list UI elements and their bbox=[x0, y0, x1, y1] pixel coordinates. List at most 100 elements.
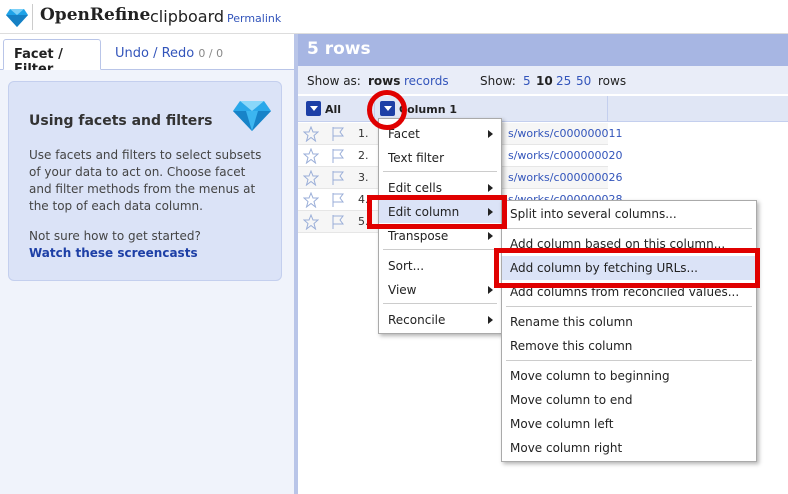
chevron-right-icon bbox=[488, 232, 493, 240]
row-number: 1. bbox=[358, 127, 369, 140]
menu-item-label: Sort... bbox=[388, 259, 425, 273]
column-1-header: Column 1 bbox=[399, 103, 458, 116]
menu-separator bbox=[506, 228, 752, 229]
flag-icon[interactable] bbox=[331, 170, 345, 186]
row-count: 5 rows bbox=[307, 39, 371, 59]
flag-icon[interactable] bbox=[331, 214, 345, 230]
facet-panel-body: Using facets and filters Use facets and … bbox=[0, 70, 294, 494]
mode-rows[interactable]: rows bbox=[368, 74, 400, 88]
column-1-dropdown[interactable] bbox=[380, 101, 395, 116]
diamond-icon bbox=[233, 101, 271, 131]
left-tabs: Facet / Filter Undo / Redo 0 / 0 bbox=[0, 34, 294, 77]
chevron-right-icon bbox=[488, 184, 493, 192]
chevron-right-icon bbox=[488, 208, 493, 216]
rows-label: rows bbox=[598, 74, 627, 88]
flag-icon[interactable] bbox=[331, 192, 345, 208]
menu-item-facet[interactable]: Facet bbox=[379, 122, 501, 145]
cell-value[interactable]: s/works/c000000020 bbox=[508, 149, 623, 162]
row-number: 3. bbox=[358, 171, 369, 184]
page-size-10[interactable]: 10 bbox=[536, 74, 553, 88]
submenu-item-fetch-urls[interactable]: Add column by fetching URLs... bbox=[502, 256, 756, 280]
header-separator bbox=[32, 4, 33, 30]
row-number: 5. bbox=[358, 215, 369, 228]
flag-icon[interactable] bbox=[331, 148, 345, 164]
submenu-item-move-left[interactable]: Move column left bbox=[502, 412, 756, 436]
menu-separator bbox=[383, 249, 497, 250]
screencasts-link[interactable]: Watch these screencasts bbox=[29, 246, 198, 260]
submenu-item-reconciled-values[interactable]: Add columns from reconciled values... bbox=[502, 280, 756, 304]
diamond-logo-icon[interactable] bbox=[6, 9, 28, 27]
submenu-item-rename[interactable]: Rename this column bbox=[502, 310, 756, 334]
submenu-item-label: Rename this column bbox=[510, 315, 633, 329]
brand-name[interactable]: OpenRefine bbox=[40, 5, 150, 25]
submenu-item-split-columns[interactable]: Split into several columns... bbox=[502, 202, 756, 226]
menu-item-sort[interactable]: Sort... bbox=[379, 254, 501, 277]
facet-help-box: Using facets and filters Use facets and … bbox=[8, 81, 282, 281]
menu-item-label: Reconcile bbox=[388, 313, 446, 327]
edit-column-submenu: Split into several columns... Add column… bbox=[501, 200, 757, 462]
menu-item-text-filter[interactable]: Text filter bbox=[379, 146, 501, 169]
show-label: Show: bbox=[480, 74, 516, 88]
menu-item-label: Edit column bbox=[388, 205, 460, 219]
menu-item-label: Transpose bbox=[388, 229, 449, 243]
menu-separator bbox=[506, 306, 752, 307]
star-icon[interactable] bbox=[303, 126, 319, 142]
menu-item-label: Text filter bbox=[388, 151, 444, 165]
menu-separator bbox=[383, 303, 497, 304]
menu-item-label: Facet bbox=[388, 127, 420, 141]
submenu-item-label: Move column right bbox=[510, 441, 623, 455]
tab-undo-redo[interactable]: Undo / Redo 0 / 0 bbox=[105, 39, 233, 70]
cell-value[interactable]: s/works/c000000011 bbox=[508, 127, 623, 140]
chevron-right-icon bbox=[488, 130, 493, 138]
mode-records-link[interactable]: records bbox=[404, 74, 449, 88]
grid-header: All Column 1 bbox=[298, 96, 788, 122]
undo-count: 0 / 0 bbox=[198, 47, 224, 60]
page-size-50[interactable]: 50 bbox=[576, 74, 591, 88]
submenu-item-label: Move column left bbox=[510, 417, 614, 431]
submenu-item-label: Add columns from reconciled values... bbox=[510, 285, 740, 299]
view-controls-bar: Show as: rows records Show: 5 10 25 50 r… bbox=[298, 66, 788, 94]
submenu-item-move-right[interactable]: Move column right bbox=[502, 436, 756, 460]
submenu-item-move-end[interactable]: Move column to end bbox=[502, 388, 756, 412]
cell-value[interactable]: s/works/c000000026 bbox=[508, 171, 623, 184]
menu-item-edit-cells[interactable]: Edit cells bbox=[379, 176, 501, 199]
menu-item-edit-column[interactable]: Edit column bbox=[379, 200, 501, 223]
all-column-label: All bbox=[325, 103, 342, 116]
header-divider bbox=[607, 96, 608, 122]
header-divider bbox=[374, 96, 375, 122]
submenu-item-move-beginning[interactable]: Move column to beginning bbox=[502, 364, 756, 388]
star-icon[interactable] bbox=[303, 192, 319, 208]
tab-facet-filter[interactable]: Facet / Filter bbox=[3, 39, 101, 77]
left-panel: Facet / Filter Undo / Redo 0 / 0 Using f… bbox=[0, 34, 294, 494]
chevron-right-icon bbox=[488, 286, 493, 294]
menu-item-label: View bbox=[388, 283, 417, 297]
project-name[interactable]: clipboard bbox=[150, 7, 224, 26]
all-column-dropdown[interactable] bbox=[306, 101, 321, 116]
app-header: OpenRefine clipboard Permalink bbox=[0, 0, 788, 34]
submenu-item-remove[interactable]: Remove this column bbox=[502, 334, 756, 358]
menu-item-reconcile[interactable]: Reconcile bbox=[379, 308, 501, 331]
help-prompt: Not sure how to get started? bbox=[29, 229, 201, 243]
submenu-item-label: Add column based on this column... bbox=[510, 237, 726, 251]
page-size-25[interactable]: 25 bbox=[556, 74, 571, 88]
star-icon[interactable] bbox=[303, 214, 319, 230]
menu-item-label: Edit cells bbox=[388, 181, 442, 195]
column-menu: Facet Text filter Edit cells Edit column… bbox=[378, 118, 502, 334]
star-icon[interactable] bbox=[303, 148, 319, 164]
menu-item-view[interactable]: View bbox=[379, 278, 501, 301]
tab-undo-redo-label: Undo / Redo bbox=[115, 46, 195, 61]
page-size-5[interactable]: 5 bbox=[523, 74, 531, 88]
chevron-right-icon bbox=[488, 316, 493, 324]
submenu-item-add-column-based[interactable]: Add column based on this column... bbox=[502, 232, 756, 256]
submenu-item-label: Move column to beginning bbox=[510, 369, 670, 383]
menu-separator bbox=[383, 171, 497, 172]
submenu-item-label: Add column by fetching URLs... bbox=[510, 261, 698, 275]
help-text: Use facets and filters to select subsets… bbox=[29, 148, 262, 213]
star-icon[interactable] bbox=[303, 170, 319, 186]
submenu-item-label: Split into several columns... bbox=[510, 207, 677, 221]
submenu-item-label: Remove this column bbox=[510, 339, 633, 353]
menu-item-transpose[interactable]: Transpose bbox=[379, 224, 501, 247]
permalink-link[interactable]: Permalink bbox=[227, 12, 281, 25]
row-number: 2. bbox=[358, 149, 369, 162]
flag-icon[interactable] bbox=[331, 126, 345, 142]
